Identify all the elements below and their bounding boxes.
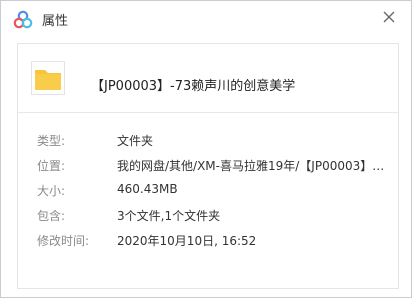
property-label: 修改时间: — [37, 234, 90, 248]
property-row-type: 类型: 文件夹 — [18, 129, 398, 151]
property-label: 位置: — [37, 159, 66, 173]
property-row-contains: 包含: 3个文件,1个文件夹 — [18, 204, 398, 226]
properties-dialog: 属性 【JP00003】-73赖声川的创意美学 类型: 文件夹 位置: 我的网盘… — [0, 0, 412, 298]
title-bar[interactable]: 属性 — [1, 1, 411, 37]
property-value: 460.43MB — [117, 182, 178, 196]
property-value: 2020年10月10日, 16:52 — [117, 234, 257, 248]
property-value: 3个文件,1个文件夹 — [117, 209, 221, 223]
baidu-netdisk-logo-icon — [13, 10, 33, 30]
file-header: 【JP00003】-73赖声川的创意美学 — [18, 44, 398, 112]
close-button[interactable] — [377, 5, 401, 29]
divider — [18, 112, 398, 113]
property-row-size: 大小: 460.43MB — [18, 179, 398, 201]
folder-icon — [31, 61, 65, 95]
property-label: 类型: — [37, 134, 66, 148]
property-label: 大小: — [37, 184, 66, 198]
close-icon — [383, 11, 395, 23]
file-name: 【JP00003】-73赖声川的创意美学 — [91, 79, 296, 94]
property-row-modified: 修改时间: 2020年10月10日, 16:52 — [18, 229, 398, 251]
property-row-location: 位置: 我的网盘/其他/XM-喜马拉雅19年/【JP00003】-73赖声川的创… — [18, 154, 398, 176]
window-title: 属性 — [42, 14, 69, 29]
property-label: 包含: — [37, 209, 66, 223]
property-value: 文件夹 — [117, 134, 154, 148]
location-link[interactable]: 我的网盘/其他/XM-喜马拉雅19年/【JP00003】-73赖声川的创意美学 — [117, 157, 387, 174]
properties-panel: 【JP00003】-73赖声川的创意美学 类型: 文件夹 位置: 我的网盘/其他… — [17, 43, 399, 289]
